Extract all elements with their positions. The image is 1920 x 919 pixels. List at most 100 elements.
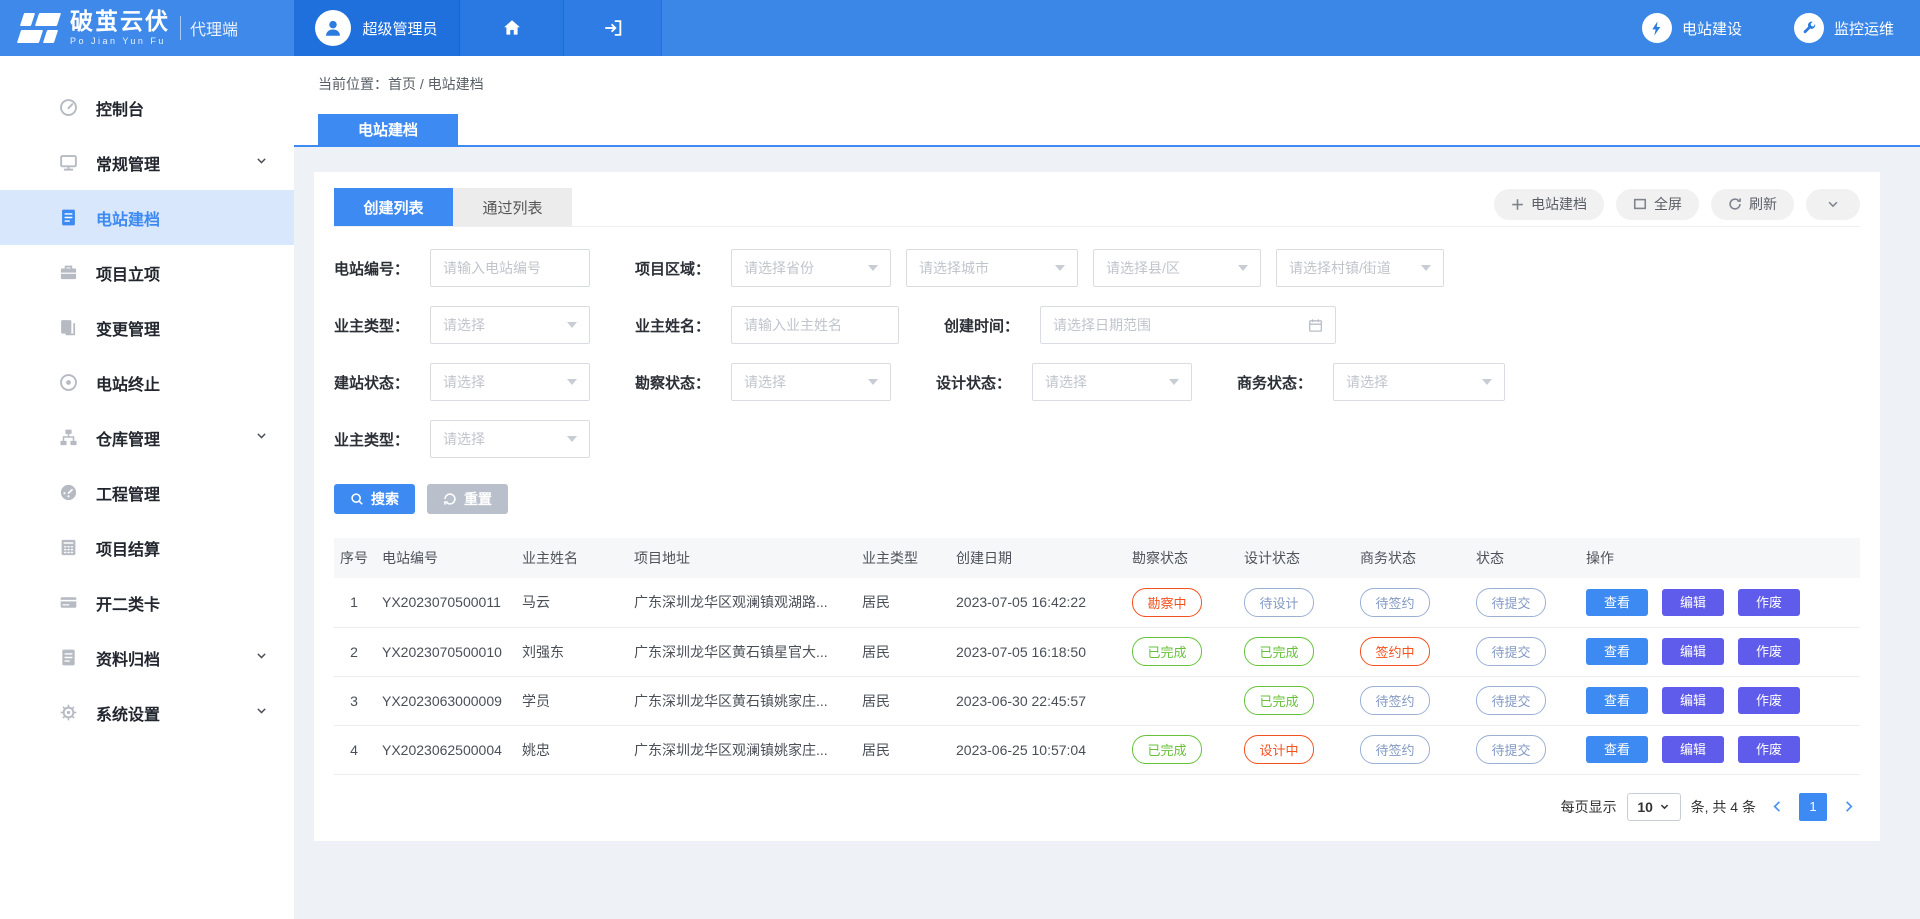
filter-label: 业主姓名：	[635, 315, 717, 336]
tab-passed-list[interactable]: 通过列表	[453, 188, 572, 226]
sidebar-item-label: 开二类卡	[96, 591, 160, 615]
edit-button[interactable]: 编辑	[1662, 687, 1724, 714]
edit-button[interactable]: 编辑	[1662, 589, 1724, 616]
owner-type-select[interactable]: 请选择	[430, 306, 590, 344]
design-status-select[interactable]: 请选择	[1032, 363, 1192, 401]
province-select[interactable]: 请选择省份	[731, 249, 891, 287]
sidebar-item-settlement[interactable]: 项目结算	[0, 520, 294, 575]
chevron-down-icon	[1826, 197, 1840, 211]
add-station-button[interactable]: 电站建档	[1494, 189, 1604, 220]
next-page-button[interactable]	[1837, 799, 1860, 814]
table-row: 2 YX2023070500010 刘强东 广东深圳龙华区黄石镇星官大... 居…	[334, 627, 1860, 676]
monitor-icon	[58, 153, 78, 173]
void-button[interactable]: 作废	[1738, 687, 1800, 714]
sitemap-icon	[58, 428, 78, 448]
filter-label: 业主类型：	[334, 315, 416, 336]
view-button[interactable]: 查看	[1586, 687, 1648, 714]
caret-down-icon	[868, 265, 878, 271]
edit-button[interactable]: 编辑	[1662, 736, 1724, 763]
app-logo: 破茧云伏 Po Jian Yun Fu 代理端	[0, 0, 294, 56]
search-button[interactable]: 搜索	[334, 484, 415, 514]
status-badge: 待签约	[1360, 588, 1430, 617]
fullscreen-icon	[1633, 197, 1647, 211]
module-construction-label: 电站建设	[1682, 18, 1742, 39]
sidebar-item-label: 电站建档	[96, 206, 160, 230]
logout-button[interactable]	[564, 0, 662, 56]
calculator-icon	[58, 538, 78, 558]
portal-label: 代理端	[190, 16, 238, 40]
status-badge: 勘察中	[1132, 588, 1202, 617]
briefcase-icon	[58, 263, 78, 283]
date-range-input[interactable]: 请选择日期范围	[1040, 306, 1336, 344]
caret-down-icon	[1421, 265, 1431, 271]
city-select[interactable]: 请选择城市	[906, 249, 1078, 287]
sidebar-item-archive[interactable]: 资料归档	[0, 630, 294, 685]
module-construction[interactable]: 电站建设	[1642, 13, 1742, 43]
view-button[interactable]: 查看	[1586, 736, 1648, 763]
home-icon	[501, 17, 523, 39]
chevron-down-icon	[255, 154, 268, 172]
county-select[interactable]: 请选择县/区	[1093, 249, 1261, 287]
chevron-left-icon	[1770, 799, 1785, 814]
per-page-select[interactable]: 10	[1627, 793, 1681, 821]
build-status-select[interactable]: 请选择	[430, 363, 590, 401]
status-badge: 待设计	[1244, 588, 1314, 617]
sidebar-item-station-termination[interactable]: 电站终止	[0, 355, 294, 410]
logo-icon	[16, 11, 62, 45]
caret-down-icon	[567, 436, 577, 442]
refresh-button[interactable]: 刷新	[1711, 189, 1794, 220]
caret-down-icon	[868, 379, 878, 385]
survey-status-select[interactable]: 请选择	[731, 363, 891, 401]
reset-button[interactable]: 重置	[427, 484, 508, 514]
void-button[interactable]: 作废	[1738, 736, 1800, 763]
business-status-select[interactable]: 请选择	[1333, 363, 1505, 401]
sidebar-item-console[interactable]: 控制台	[0, 80, 294, 135]
village-select[interactable]: 请选择村镇/街道	[1276, 249, 1444, 287]
void-button[interactable]: 作废	[1738, 589, 1800, 616]
edit-button[interactable]: 编辑	[1662, 638, 1724, 665]
search-icon	[350, 492, 364, 506]
page-tab-station-filing[interactable]: 电站建档	[318, 114, 458, 145]
table-row: 1 YX2023070500011 马云 广东深圳龙华区观澜镇观湖路... 居民…	[334, 578, 1860, 627]
gear-icon	[58, 703, 78, 723]
fullscreen-button[interactable]: 全屏	[1616, 189, 1699, 220]
owner-name-input[interactable]	[731, 306, 899, 344]
main-content: 当前位置：首页 / 电站建档 电站建档 创建列表 通过列表 电站建档 全屏	[294, 56, 1920, 919]
sidebar-item-general[interactable]: 常规管理	[0, 135, 294, 190]
sidebar-item-type2-card[interactable]: 开二类卡	[0, 575, 294, 630]
tab-create-list[interactable]: 创建列表	[334, 188, 453, 226]
sidebar-item-project-initiation[interactable]: 项目立项	[0, 245, 294, 300]
sidebar-item-change-mgmt[interactable]: 变更管理	[0, 300, 294, 355]
sidebar-item-settings[interactable]: 系统设置	[0, 685, 294, 740]
status-badge: 待提交	[1476, 686, 1546, 715]
pagination: 每页显示 10 条, 共 4 条 1	[334, 793, 1860, 821]
status-badge: 待提交	[1476, 637, 1546, 666]
filter-label: 创建时间：	[944, 315, 1026, 336]
sidebar-item-label: 常规管理	[96, 151, 160, 175]
sidebar-item-label: 控制台	[96, 96, 144, 120]
void-button[interactable]: 作废	[1738, 638, 1800, 665]
reset-icon	[443, 492, 457, 506]
collapse-button[interactable]	[1806, 189, 1860, 220]
chevron-down-icon	[1659, 801, 1670, 812]
current-user[interactable]: 超级管理员	[294, 0, 460, 56]
status-badge: 签约中	[1360, 637, 1430, 666]
sidebar-item-station-filing[interactable]: 电站建档	[0, 190, 294, 245]
sidebar-item-warehouse[interactable]: 仓库管理	[0, 410, 294, 465]
view-button[interactable]: 查看	[1586, 638, 1648, 665]
view-button[interactable]: 查看	[1586, 589, 1648, 616]
sidebar-item-engineering[interactable]: 工程管理	[0, 465, 294, 520]
owner-type2-select[interactable]: 请选择	[430, 420, 590, 458]
sidebar: 控制台 常规管理 电站建档	[0, 56, 294, 919]
status-badge: 待签约	[1360, 735, 1430, 764]
prev-page-button[interactable]	[1766, 799, 1789, 814]
page-number-1[interactable]: 1	[1799, 793, 1827, 821]
list-card: 创建列表 通过列表 电站建档 全屏 刷新	[314, 172, 1880, 841]
caret-down-icon	[1482, 379, 1492, 385]
lightning-icon	[1648, 20, 1665, 37]
home-button[interactable]	[460, 0, 564, 56]
filter-form: 电站编号： 项目区域： 请选择省份 请选择城市 请选择县/区	[334, 249, 1860, 514]
exit-icon	[602, 17, 624, 39]
module-monitoring[interactable]: 监控运维	[1794, 13, 1894, 43]
station-no-input[interactable]	[430, 249, 590, 287]
